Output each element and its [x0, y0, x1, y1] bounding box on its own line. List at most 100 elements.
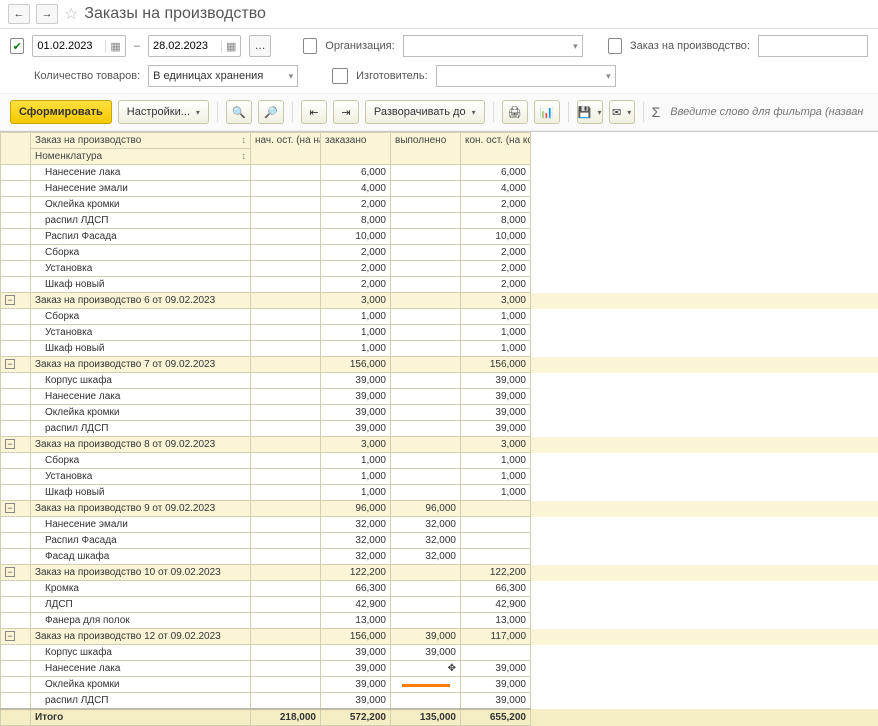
find-next-button[interactable]: 🔎	[258, 100, 284, 124]
date-to-input[interactable]	[149, 38, 221, 54]
header-done[interactable]: выполнено	[391, 133, 461, 165]
data-row[interactable]: Нанесение эмали32,00032,000	[1, 517, 878, 533]
settings-button[interactable]: Настройки...▾	[118, 100, 209, 124]
date-range-more-button[interactable]: …	[249, 35, 271, 57]
data-row[interactable]: Оклейка кромки39,00039,000	[1, 677, 878, 693]
header-end[interactable]: кон. ост. (на конец)	[461, 133, 531, 165]
expand-icon: ⇥	[341, 106, 350, 119]
manufacturer-checkbox[interactable]	[332, 68, 348, 84]
order-label: Заказ на производство:	[630, 40, 750, 52]
header-ordered[interactable]: заказано	[321, 133, 391, 165]
row-name: Корпус шкафа	[31, 645, 251, 661]
data-row[interactable]: Сборка1,0001,000	[1, 309, 878, 325]
expand-to-button[interactable]: Разворачивать до▾	[365, 100, 485, 124]
data-row[interactable]: Распил Фасада32,00032,000	[1, 533, 878, 549]
date-to-field[interactable]: ▦	[148, 35, 241, 57]
collapse-toggle-icon[interactable]: −	[5, 439, 15, 449]
date-filter-checkbox[interactable]: ✔	[10, 38, 24, 54]
data-row[interactable]: Шкаф новый1,0001,000	[1, 341, 878, 357]
favorite-star-icon[interactable]: ☆	[64, 4, 78, 24]
quantity-label: Количество товаров:	[34, 70, 140, 82]
row-name: Сборка	[31, 453, 251, 469]
chevron-down-icon: ▾	[472, 108, 476, 117]
data-row[interactable]: Кромка66,30066,300	[1, 581, 878, 597]
collapse-toggle-icon[interactable]: −	[5, 359, 15, 369]
data-row[interactable]: Корпус шкафа39,00039,000	[1, 645, 878, 661]
row-name: Установка	[31, 469, 251, 485]
organization-select[interactable]: ▾	[403, 35, 583, 57]
totals-row: Итого 218,000 572,200 135,000 655,200	[1, 709, 878, 726]
data-row[interactable]: Нанесение лака39,00039,000	[1, 389, 878, 405]
nav-forward-button[interactable]: →	[36, 4, 58, 24]
group-name: Заказ на производство 7 от 09.02.2023	[31, 357, 251, 373]
nav-back-button[interactable]: ←	[8, 4, 30, 24]
data-row[interactable]: Шкаф новый1,0001,000	[1, 485, 878, 501]
search-next-icon: 🔎	[264, 106, 278, 119]
row-name: Распил Фасада	[31, 229, 251, 245]
row-name: Фасад шкафа	[31, 549, 251, 565]
date-from-input[interactable]	[33, 38, 105, 54]
data-row[interactable]: Сборка1,0001,000	[1, 453, 878, 469]
calendar-icon[interactable]: ▦	[221, 40, 240, 53]
collapse-button[interactable]: ⇤	[301, 100, 327, 124]
print-button[interactable]: 🖨	[502, 100, 528, 124]
collapse-toggle-icon[interactable]: −	[5, 295, 15, 305]
group-row[interactable]: −Заказ на производство 8 от 09.02.20233,…	[1, 437, 878, 453]
data-row[interactable]: Оклейка кромки39,00039,000	[1, 405, 878, 421]
group-row[interactable]: −Заказ на производство 10 от 09.02.20231…	[1, 565, 878, 581]
save-button[interactable]: 💾▾	[577, 100, 603, 124]
row-name: Сборка	[31, 245, 251, 261]
quantity-select[interactable]: В единицах хранения ▾	[148, 65, 298, 87]
data-row[interactable]: Нанесение лака6,0006,000	[1, 165, 878, 181]
collapse-toggle-icon[interactable]: −	[5, 631, 15, 641]
data-row[interactable]: Корпус шкафа39,00039,000	[1, 373, 878, 389]
report-table[interactable]: Заказ на производство↕ нач. ост. (на нач…	[0, 132, 878, 726]
data-row[interactable]: Установка2,0002,000	[1, 261, 878, 277]
find-button[interactable]: 🔍	[226, 100, 252, 124]
expand-button[interactable]: ⇥	[333, 100, 359, 124]
calendar-icon[interactable]: ▦	[105, 40, 124, 53]
row-name: Фанера для полок	[31, 613, 251, 629]
row-name: Шкаф новый	[31, 341, 251, 357]
send-button[interactable]: ✉▾	[609, 100, 635, 124]
row-name: Нанесение эмали	[31, 181, 251, 197]
data-row[interactable]: Шкаф новый2,0002,000	[1, 277, 878, 293]
organization-checkbox[interactable]	[303, 38, 317, 54]
chevron-down-icon: ▾	[196, 108, 200, 117]
collapse-toggle-icon[interactable]: −	[5, 567, 15, 577]
page-title: Заказы на производство	[84, 5, 266, 23]
order-select[interactable]	[758, 35, 868, 57]
group-row[interactable]: −Заказ на производство 7 от 09.02.202315…	[1, 357, 878, 373]
data-row[interactable]: распил ЛДСП39,00039,000	[1, 421, 878, 437]
data-row[interactable]: распил ЛДСП39,00039,000	[1, 693, 878, 710]
manufacturer-select[interactable]: ▾	[436, 65, 616, 87]
data-row[interactable]: Сборка2,0002,000	[1, 245, 878, 261]
collapse-toggle-icon[interactable]: −	[5, 503, 15, 513]
data-row[interactable]: распил ЛДСП8,0008,000	[1, 213, 878, 229]
chart-button[interactable]: 📊	[534, 100, 560, 124]
header-begin[interactable]: нач. ост. (на начало)	[251, 133, 321, 165]
group-row[interactable]: −Заказ на производство 6 от 09.02.20233,…	[1, 293, 878, 309]
data-row[interactable]: Установка1,0001,000	[1, 469, 878, 485]
chevron-down-icon: ▾	[289, 71, 294, 82]
group-name: Заказ на производство 10 от 09.02.2023	[31, 565, 251, 581]
data-row[interactable]: Фанера для полок13,00013,000	[1, 613, 878, 629]
filter-input[interactable]	[666, 104, 868, 120]
data-row[interactable]: Нанесение лака39,000✥39,000	[1, 661, 878, 677]
date-from-field[interactable]: ▦	[32, 35, 125, 57]
order-checkbox[interactable]	[608, 38, 622, 54]
chevron-down-icon: ▾	[573, 41, 578, 52]
data-row[interactable]: Нанесение эмали4,0004,000	[1, 181, 878, 197]
group-row[interactable]: −Заказ на производство 12 от 09.02.20231…	[1, 629, 878, 645]
arrow-left-icon: ←	[14, 8, 25, 20]
data-row[interactable]: Распил Фасада10,00010,000	[1, 229, 878, 245]
form-button[interactable]: Сформировать	[10, 100, 112, 124]
header-nomen[interactable]: Номенклатура↕	[31, 149, 251, 165]
data-row[interactable]: Оклейка кромки2,0002,000	[1, 197, 878, 213]
group-row[interactable]: −Заказ на производство 9 от 09.02.202396…	[1, 501, 878, 517]
header-order[interactable]: Заказ на производство↕	[31, 133, 251, 149]
data-row[interactable]: Установка1,0001,000	[1, 325, 878, 341]
date-range-dash: –	[134, 40, 140, 52]
data-row[interactable]: Фасад шкафа32,00032,000	[1, 549, 878, 565]
print-icon: 🖨	[508, 106, 522, 119]
